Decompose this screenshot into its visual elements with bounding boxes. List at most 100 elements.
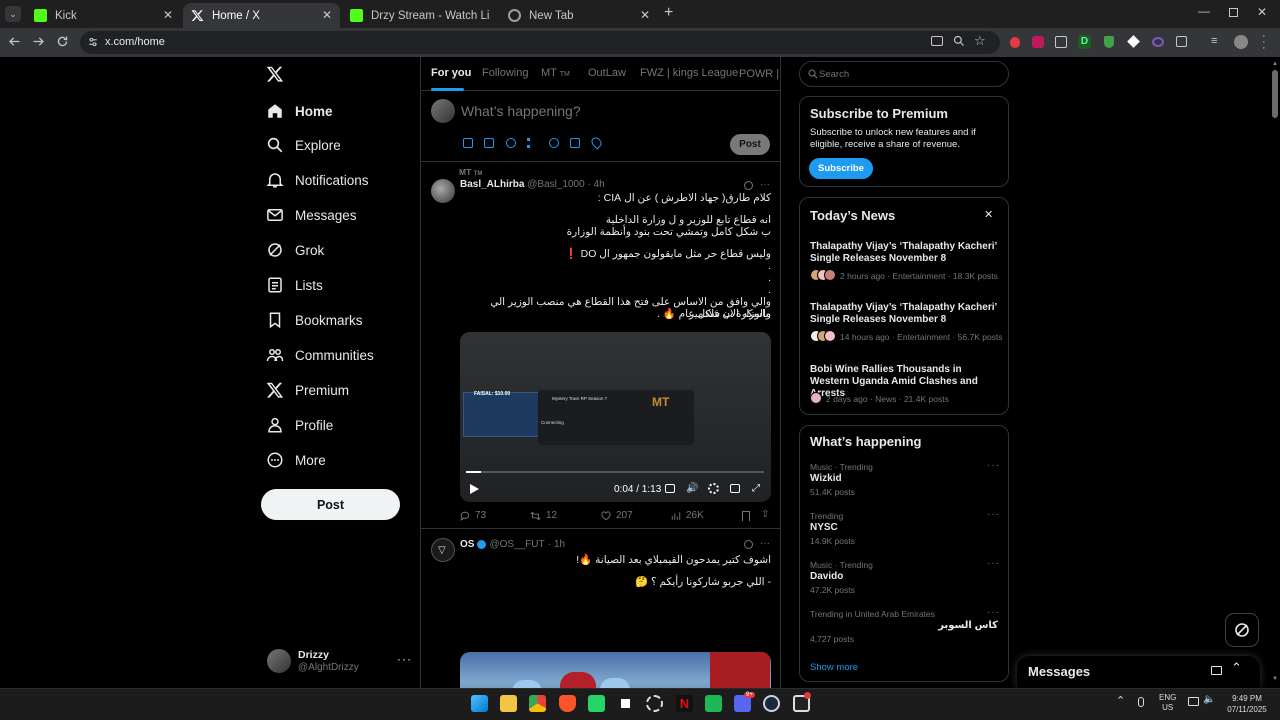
trend-name[interactable]: Davido: [810, 571, 843, 582]
tab-outlaw[interactable]: OutLaw: [588, 67, 626, 79]
news-headline[interactable]: Thalapathy Vijay’s ‘Thalapathy Kacheri’ …: [810, 302, 1000, 326]
grok-compose-icon[interactable]: [506, 138, 516, 148]
play-icon[interactable]: [470, 484, 479, 494]
sidebar-item-more[interactable]: More: [266, 445, 326, 475]
tweet[interactable]: ▽ OS @OS__FUT · 1h ··· اشوف كتير يمدحون …: [421, 530, 780, 688]
sidebar-item-explore[interactable]: Explore: [266, 130, 341, 160]
chrome-icon[interactable]: [529, 695, 546, 712]
github-icon[interactable]: [617, 695, 634, 712]
gif-icon[interactable]: [484, 138, 494, 148]
trend-more-icon[interactable]: ···: [987, 509, 1000, 520]
reload-icon[interactable]: [56, 35, 69, 48]
bookmark-star-icon[interactable]: ☆: [974, 33, 986, 49]
views-button[interactable]: 26K: [671, 510, 704, 521]
tab-following[interactable]: Following: [482, 67, 528, 79]
trend-more-icon[interactable]: ···: [987, 460, 1000, 471]
steam-icon[interactable]: [763, 695, 780, 712]
browser-menu-icon[interactable]: · · ·: [1262, 31, 1266, 54]
subscribe-button[interactable]: Subscribe: [809, 158, 873, 179]
back-arrow-icon[interactable]: [8, 35, 21, 48]
media-icon[interactable]: [463, 138, 473, 148]
captions-icon[interactable]: [665, 484, 675, 493]
new-tab-plus-icon[interactable]: +: [664, 5, 673, 21]
grok-explain-icon[interactable]: [744, 181, 753, 190]
author-handle[interactable]: @OS__FUT: [489, 539, 544, 550]
reading-list-icon[interactable]: ≡: [1211, 36, 1217, 47]
sidebar-item-premium[interactable]: Premium: [266, 375, 349, 405]
tweet-more-icon[interactable]: ···: [760, 538, 770, 549]
extension-shield-icon[interactable]: [1104, 36, 1114, 48]
language-indicator[interactable]: ENG US: [1159, 693, 1176, 713]
tab-mt[interactable]: MT TM: [541, 67, 570, 79]
tweet[interactable]: MT TM Basl_ALhirba @Basl_1000 · 4h ··· ك…: [421, 162, 780, 529]
account-switcher[interactable]: Drizzy @AlghtDrizzy ···: [266, 646, 416, 680]
tweet-time[interactable]: 4h: [594, 179, 605, 190]
tab-powr[interactable]: POWR | ور: [739, 67, 780, 80]
tweet-more-icon[interactable]: ···: [760, 179, 770, 190]
browser-tab-x-home[interactable]: Home / X ✕: [183, 3, 340, 28]
author-name[interactable]: Basl_ALhirba: [460, 179, 524, 190]
network-icon[interactable]: [1188, 697, 1199, 706]
fullscreen-icon[interactable]: ⤢: [752, 484, 760, 494]
browser-tab-kick[interactable]: Kick ✕: [26, 3, 181, 28]
like-button[interactable]: 207: [601, 510, 633, 521]
tab-search-button[interactable]: ⌄: [5, 6, 21, 22]
new-message-icon[interactable]: [1211, 666, 1222, 675]
show-more-link[interactable]: Show more: [810, 662, 858, 673]
volume-tray-icon[interactable]: 🔈: [1203, 694, 1215, 705]
extension-d-icon[interactable]: D: [1078, 35, 1091, 49]
bookmark-icon[interactable]: [742, 511, 750, 521]
video-player[interactable]: FAISAL: $10.00 Mystery Town RP Season 7 …: [460, 332, 771, 502]
sidebar-item-lists[interactable]: Lists: [266, 270, 323, 300]
compose-input[interactable]: [461, 101, 761, 121]
scrollbar-up-arrow[interactable]: ▲: [1272, 61, 1278, 67]
account-more-icon[interactable]: ···: [397, 652, 412, 666]
tweet-image[interactable]: [460, 652, 771, 688]
forward-arrow-icon[interactable]: [32, 35, 45, 48]
grok-explain-icon[interactable]: [744, 540, 753, 549]
sidebar-item-communities[interactable]: Communities: [266, 340, 374, 370]
loading-app-icon[interactable]: [646, 695, 663, 712]
file-explorer-icon[interactable]: [500, 695, 517, 712]
video-progress-track[interactable]: [466, 471, 764, 473]
browser-profile-avatar[interactable]: [1234, 35, 1248, 49]
tweet-time[interactable]: 1h: [554, 539, 565, 550]
close-tab-icon[interactable]: ✕: [322, 8, 332, 22]
location-icon[interactable]: [589, 135, 604, 150]
zoom-icon[interactable]: [953, 35, 965, 47]
sidebar-item-bookmarks[interactable]: Bookmarks: [266, 305, 363, 335]
tab-for-you[interactable]: For you: [431, 67, 471, 79]
grok-floating-button[interactable]: [1225, 613, 1259, 647]
post-button[interactable]: Post: [261, 489, 400, 520]
trend-name[interactable]: كاس السوبر: [938, 620, 998, 631]
share-icon[interactable]: ⇪: [761, 509, 769, 520]
spotify-icon[interactable]: [705, 695, 722, 712]
sidebar-item-grok[interactable]: Grok: [266, 235, 324, 265]
compose-post-button[interactable]: Post: [730, 134, 770, 155]
windows-start-icon[interactable]: [471, 695, 488, 712]
brave-icon[interactable]: [559, 695, 576, 712]
extension-pink-icon[interactable]: [1032, 36, 1044, 48]
emoji-icon[interactable]: [549, 138, 559, 148]
x-logo-icon[interactable]: [266, 65, 284, 83]
volume-icon[interactable]: 🔊: [686, 483, 698, 494]
close-tab-icon[interactable]: ✕: [163, 8, 173, 22]
scrollbar-thumb[interactable]: [1272, 70, 1278, 118]
page-scrollbar[interactable]: ▲ ▼: [1270, 57, 1280, 688]
reply-button[interactable]: 73: [460, 510, 486, 521]
browser-tab-new-tab[interactable]: New Tab ✕: [500, 3, 658, 28]
news-headline[interactable]: Thalapathy Vijay’s ‘Thalapathy Kacheri’ …: [810, 241, 1000, 265]
author-name[interactable]: OS: [460, 539, 474, 550]
extension-red-icon[interactable]: [1010, 37, 1020, 48]
whatsapp-icon[interactable]: [588, 695, 605, 712]
close-tab-icon[interactable]: ✕: [640, 8, 650, 22]
cast-icon[interactable]: [931, 36, 943, 46]
browser-tab-drzy-stream[interactable]: Drzy Stream - Watch Live on Kic: [342, 3, 497, 28]
clock[interactable]: 9:49 PM 07/11/2025: [1224, 693, 1270, 715]
search-box[interactable]: [799, 61, 1009, 87]
sidebar-item-messages[interactable]: Messages: [266, 200, 357, 230]
extension-grid-icon[interactable]: [1055, 36, 1067, 48]
site-info-icon[interactable]: [87, 36, 99, 48]
sidebar-item-profile[interactable]: Profile: [266, 410, 333, 440]
expand-drawer-icon[interactable]: ⌃: [1231, 661, 1242, 674]
